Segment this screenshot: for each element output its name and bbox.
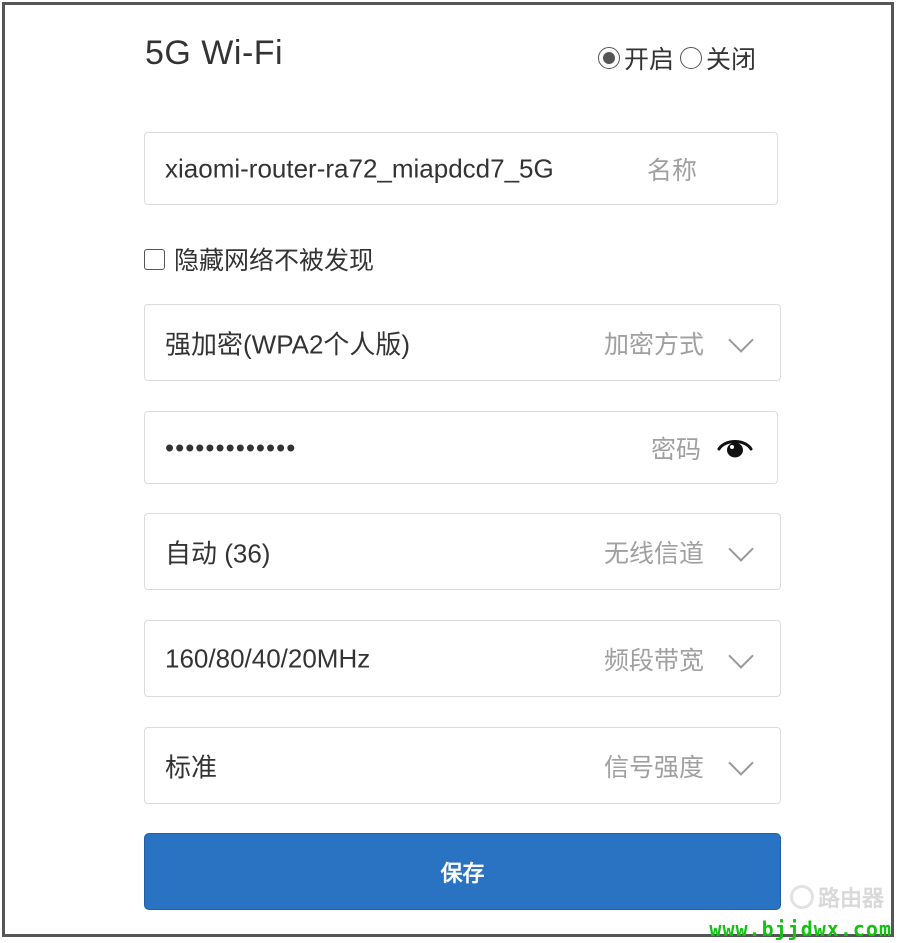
password-hint: 密码	[650, 435, 701, 464]
radio-off[interactable]	[680, 47, 703, 69]
password-field[interactable]: ••••••••••••• 密码	[144, 411, 778, 484]
hidden-network-checkbox[interactable]	[144, 248, 165, 270]
ssid-hint: 名称	[647, 156, 698, 185]
hidden-network-label[interactable]: 隐藏网络不被发现	[174, 241, 374, 277]
radio-off-label[interactable]: 关闭	[706, 40, 756, 76]
ssid-field[interactable]: xiaomi-router-ra72_miapdcd7_5G 名称	[144, 132, 778, 205]
chevron-down-icon[interactable]	[728, 642, 754, 669]
password-input[interactable]: •••••••••••••	[165, 432, 296, 463]
eye-icon[interactable]	[717, 435, 753, 461]
radio-on[interactable]	[598, 47, 620, 69]
signal-strength-hint: 信号强度	[603, 753, 704, 782]
channel-select[interactable]: 自动 (36) 无线信道	[144, 513, 781, 590]
chevron-down-icon[interactable]	[728, 326, 754, 353]
bandwidth-select[interactable]: 160/80/40/20MHz 频段带宽	[144, 620, 781, 697]
radio-on-label[interactable]: 开启	[624, 40, 674, 76]
chevron-down-icon[interactable]	[728, 749, 754, 776]
signal-strength-value: 标准	[165, 752, 218, 782]
watermark-url: www.bjjdwx.com	[709, 917, 892, 941]
bandwidth-value: 160/80/40/20MHz	[165, 643, 371, 673]
encryption-value: 强加密(WPA2个人版)	[165, 329, 411, 359]
wifi-toggle-radio-group: 开启 关闭	[598, 40, 762, 76]
encryption-hint: 加密方式	[603, 330, 704, 359]
encryption-select[interactable]: 强加密(WPA2个人版) 加密方式	[144, 304, 781, 381]
chevron-down-icon[interactable]	[728, 535, 754, 562]
channel-value: 自动 (36)	[165, 538, 271, 568]
watermark-logo-text: 路由器	[817, 886, 884, 911]
page-title: 5G Wi-Fi	[145, 34, 284, 72]
bandwidth-hint: 频段带宽	[603, 646, 704, 675]
channel-hint: 无线信道	[603, 539, 704, 568]
ssid-input[interactable]: xiaomi-router-ra72_miapdcd7_5G	[165, 153, 585, 184]
save-button[interactable]: 保存	[144, 833, 781, 910]
router-logo-icon	[789, 885, 814, 909]
hidden-network-option[interactable]: 隐藏网络不被发现	[144, 241, 374, 277]
watermark-logo: 路由器	[789, 881, 884, 913]
signal-strength-select[interactable]: 标准 信号强度	[144, 727, 781, 804]
